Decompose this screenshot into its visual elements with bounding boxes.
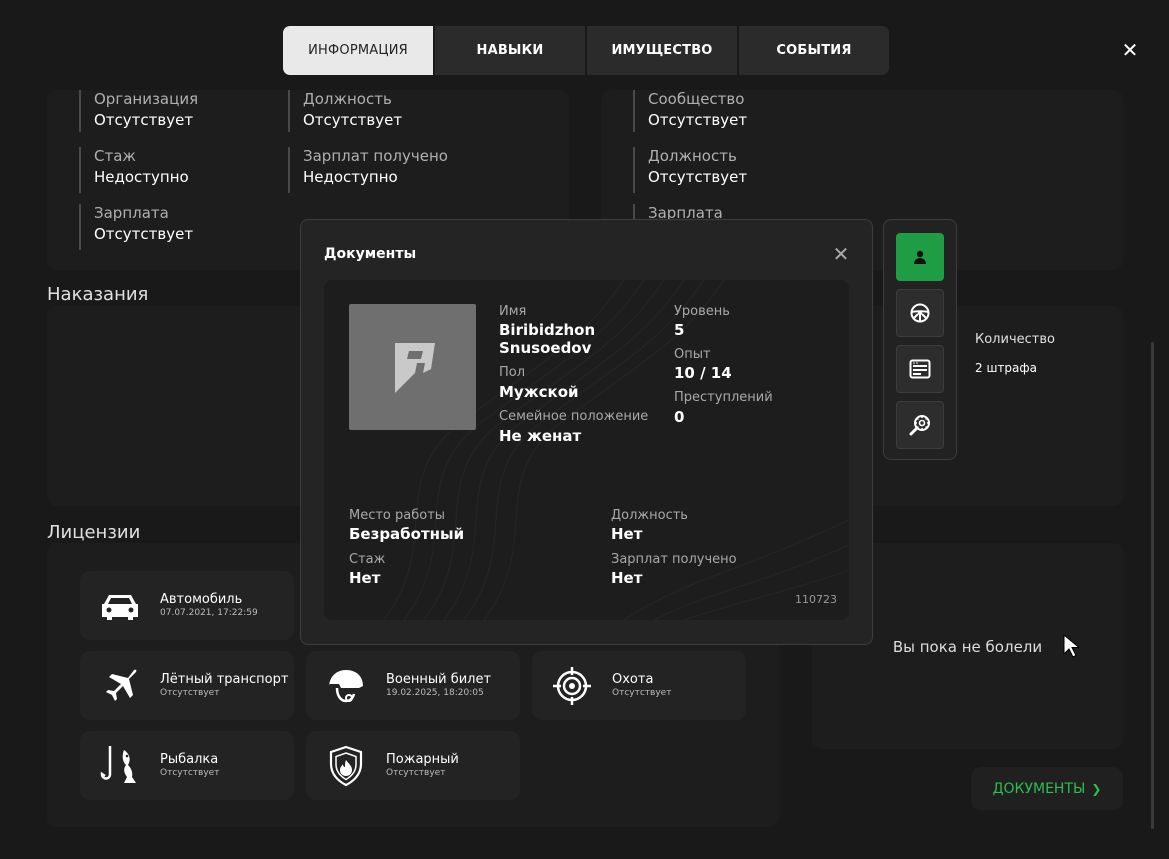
license-date: 07.07.2021, 17:22:59: [160, 608, 258, 618]
license-name: Рыбалка: [160, 752, 219, 767]
marital-label: Семейное положение: [499, 409, 649, 424]
field-label: Должность: [648, 147, 737, 165]
field-label: Должность: [303, 90, 392, 108]
organization-field: Организация Отсутствует: [79, 90, 198, 132]
field-value: Недоступно: [303, 168, 398, 186]
license-date: Отсутствует: [612, 688, 672, 698]
license-military-id[interactable]: Военный билет 19.02.2025, 18:20:05: [306, 651, 520, 720]
tab-information[interactable]: ИНФОРМАЦИЯ: [283, 26, 433, 75]
org-position-field: Должность Отсутствует: [288, 90, 402, 132]
person-icon: [914, 250, 926, 264]
license-name: Военный билет: [386, 672, 492, 687]
license-date: Отсутствует: [386, 768, 446, 778]
level-label: Уровень: [674, 304, 730, 319]
salary-paid-value: Нет: [611, 569, 643, 587]
documents-button[interactable]: ДОКУМЕНТЫ ❯: [971, 767, 1123, 810]
org-salary-paid-field: Зарплат получено Недоступно: [288, 147, 448, 193]
community-position-field: Должность Отсутствует: [633, 147, 747, 193]
close-icon[interactable]: ✕: [1120, 40, 1140, 60]
field-value: Недоступно: [94, 168, 189, 186]
helmet-icon: [306, 666, 386, 706]
license-name: Пожарный: [386, 752, 459, 767]
field-value: Отсутствует: [303, 111, 403, 129]
crosshair-icon: [532, 666, 612, 706]
crimes-label: Преступлений: [674, 390, 773, 405]
license-date: Отсутствует: [160, 688, 220, 698]
licenses-title: Лицензии: [47, 522, 141, 543]
community-salary-field: Зарплата: [633, 204, 723, 222]
license-name: Автомобиль: [160, 592, 243, 607]
tab-events[interactable]: СОБЫТИЯ: [739, 26, 889, 75]
license-air-transport[interactable]: Лётный транспорт Отсутствует: [80, 651, 294, 720]
car-icon: [80, 591, 160, 621]
marital-value: Не женат: [499, 427, 582, 445]
license-date: 19.02.2025, 18:20:05: [386, 688, 484, 698]
tab-bar: ИНФОРМАЦИЯ НАВЫКИ ИМУЩЕСТВО СОБЫТИЯ: [283, 26, 889, 75]
modal-title: Документы: [324, 246, 417, 262]
license-name: Лётный транспорт: [160, 672, 289, 687]
position-value: Нет: [611, 525, 643, 543]
gender-value: Мужской: [499, 383, 579, 401]
documents-button-label: ДОКУМЕНТЫ: [992, 780, 1086, 797]
org-experience-field: Стаж Недоступно: [79, 147, 189, 193]
gender-label: Пол: [499, 365, 526, 380]
tenure-label: Стаж: [349, 552, 386, 567]
workplace-value: Безработный: [349, 525, 465, 543]
community-field: Сообщество Отсутствует: [633, 90, 747, 132]
experience-label: Опыт: [674, 347, 711, 362]
salary-paid-label: Зарплат получено: [611, 552, 737, 567]
fish-hook-icon: [80, 744, 160, 788]
tab-property[interactable]: ИМУЩЕСТВО: [587, 26, 737, 75]
driver-license-tab-button[interactable]: [896, 289, 944, 337]
fire-shield-icon: [306, 745, 386, 787]
name-label: Имя: [499, 304, 527, 319]
license-fishing[interactable]: Рыбалка Отсутствует: [80, 731, 294, 800]
search-gear-icon: [909, 415, 930, 436]
plane-icon: [80, 666, 160, 706]
license-name: Охота: [612, 672, 654, 687]
avatar: [349, 304, 476, 430]
punishments-title: Наказания: [47, 284, 149, 305]
documents-modal: Документы ✕ Имя Biribidzhon Snusoedov По…: [300, 219, 873, 645]
logo-icon: [394, 343, 435, 393]
scrollbar[interactable]: [1151, 342, 1154, 829]
license-car[interactable]: Автомобиль 07.07.2021, 17:22:59: [80, 571, 294, 640]
org-salary-field: Зарплата Отсутствует: [79, 204, 193, 250]
name-first: Biribidzhon: [499, 321, 596, 339]
level-value: 5: [674, 321, 685, 339]
fines-quantity-value: 2 штрафа: [975, 361, 1038, 375]
card-icon: [909, 359, 931, 379]
close-icon[interactable]: ✕: [832, 244, 850, 264]
experience-value: 10 / 14: [674, 364, 732, 382]
license-date: Отсутствует: [160, 768, 220, 778]
field-label: Организация: [94, 90, 199, 108]
document-type-toolbar: [883, 219, 957, 460]
field-label: Сообщество: [648, 90, 745, 108]
field-value: Отсутствует: [94, 111, 194, 129]
license-firefighter[interactable]: Пожарный Отсутствует: [306, 731, 520, 800]
workplace-label: Место работы: [349, 508, 446, 523]
license-hunting[interactable]: Охота Отсутствует: [532, 651, 746, 720]
inspection-tab-button[interactable]: [896, 401, 944, 449]
document-number: 110723: [795, 593, 837, 606]
field-label: Стаж: [94, 147, 136, 165]
passport-card: Имя Biribidzhon Snusoedov Пол Мужской Се…: [324, 280, 849, 620]
mouse-cursor-icon: [1063, 634, 1079, 658]
tab-skills[interactable]: НАВЫКИ: [435, 26, 585, 75]
field-value: Отсутствует: [648, 168, 748, 186]
field-label: Зарплат получено: [303, 147, 448, 165]
fines-quantity-label: Количество: [975, 332, 1055, 347]
steering-wheel-icon: [910, 303, 930, 323]
field-value: Отсутствует: [94, 225, 194, 243]
chevron-right-icon: ❯: [1091, 781, 1102, 796]
field-value: Отсутствует: [648, 111, 748, 129]
field-label: Зарплата: [94, 204, 169, 222]
crimes-value: 0: [674, 408, 685, 426]
name-last: Snusoedov: [499, 339, 592, 357]
position-label: Должность: [611, 508, 688, 523]
passport-tab-button[interactable]: [896, 233, 944, 281]
id-card-tab-button[interactable]: [896, 345, 944, 393]
tenure-value: Нет: [349, 569, 381, 587]
